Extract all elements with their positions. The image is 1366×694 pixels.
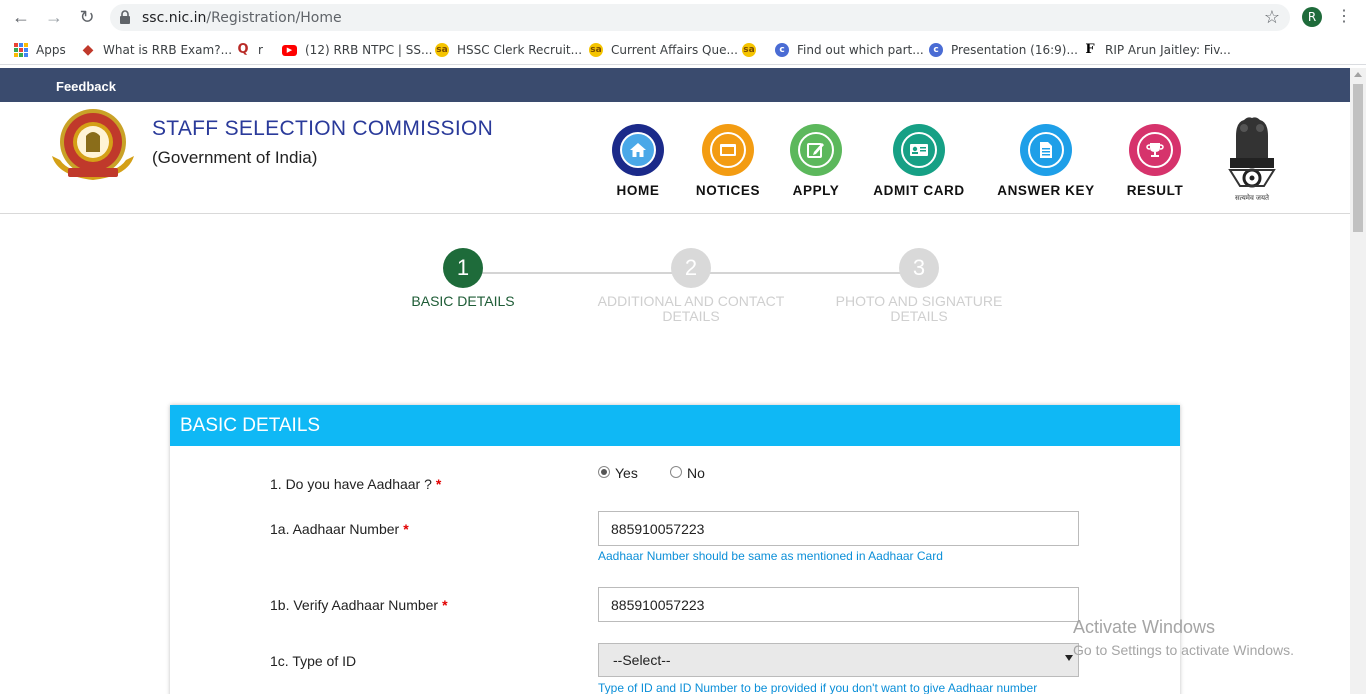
- step-2-label: ADDITIONAL AND CONTACT DETAILS: [597, 293, 785, 324]
- verify-aadhaar-input[interactable]: [598, 587, 1079, 622]
- stepper-connector: [482, 272, 672, 274]
- answer-key-icon: [1028, 132, 1064, 168]
- bookmark-item[interactable]: sa Current Affairs Que...: [589, 41, 738, 59]
- windows-watermark-title: Activate Windows: [1073, 617, 1216, 637]
- ssc-logo[interactable]: [48, 106, 138, 184]
- sa-icon: sa: [589, 43, 603, 57]
- basic-details-panel: BASIC DETAILS 1. Do you have Aadhaar ? * …: [170, 405, 1180, 694]
- emblem-caption: सत्यमेव जयते: [1234, 195, 1270, 202]
- page-scrollbar[interactable]: [1350, 68, 1366, 694]
- apply-icon: [798, 132, 834, 168]
- bookmark-item[interactable]: ◆ What is RRB Exam?...: [81, 41, 232, 59]
- profile-avatar[interactable]: R: [1302, 7, 1322, 27]
- nav-home[interactable]: HOME: [608, 124, 668, 198]
- scrollbar-thumb[interactable]: [1353, 84, 1363, 232]
- national-emblem: सत्यमेव जयते: [1222, 114, 1282, 204]
- bookmark-item[interactable]: c Find out which part...: [775, 41, 924, 59]
- aadhaar-yes-label[interactable]: Yes: [615, 465, 638, 481]
- nav-result[interactable]: RESULT: [1122, 124, 1188, 198]
- lock-icon: [120, 10, 130, 24]
- scroll-up-arrow-icon[interactable]: [1354, 72, 1362, 77]
- org-subtitle: (Government of India): [152, 148, 318, 167]
- id-type-label: 1c. Type of ID: [270, 653, 357, 669]
- verify-aadhaar-label: 1b. Verify Aadhaar Number *: [270, 597, 448, 613]
- nav-admit-card[interactable]: ADMIT CARD: [868, 124, 970, 198]
- stepper-connector: [710, 272, 900, 274]
- bookmark-item[interactable]: F RIP Arun Jaitley: Fiv...: [1083, 41, 1230, 59]
- c-icon: c: [929, 43, 943, 57]
- quora-icon: Q: [237, 42, 249, 57]
- aadhaar-no-label[interactable]: No: [687, 465, 705, 481]
- aadhaar-number-label: 1a. Aadhaar Number *: [270, 521, 409, 537]
- step-1-label: BASIC DETAILS: [411, 293, 515, 309]
- youtube-icon: ▶: [282, 44, 297, 56]
- site-header: STAFF SELECTION COMMISSION (Government o…: [0, 102, 1350, 214]
- bookmark-star-icon[interactable]: ☆: [1264, 7, 1280, 28]
- feedback-link[interactable]: Feedback: [56, 79, 116, 94]
- step-2-circle: 2: [671, 248, 711, 288]
- aadhaar-number-input[interactable]: [598, 511, 1079, 546]
- sa-icon: sa: [435, 43, 449, 57]
- aadhaar-number-hint: Aadhaar Number should be same as mention…: [598, 549, 943, 563]
- address-bar[interactable]: ssc.nic.in/Registration/Home ☆: [110, 4, 1290, 31]
- ashoka-emblem-icon: [1228, 117, 1276, 188]
- result-icon: [1137, 132, 1173, 168]
- home-icon: [620, 132, 656, 168]
- diamond-icon: ◆: [82, 42, 94, 58]
- bookmark-item[interactable]: sa HSSC Clerk Recruit...: [435, 41, 582, 59]
- top-bar: Feedback: [0, 68, 1350, 102]
- windows-watermark-subtitle: Go to Settings to activate Windows.: [1073, 642, 1294, 658]
- step-3-label: PHOTO AND SIGNATURE DETAILS: [835, 293, 1003, 324]
- page-viewport: Feedback STAFF SELECTION COMMISSION (Gov…: [0, 68, 1350, 694]
- step-3-circle: 3: [899, 248, 939, 288]
- apps-grid-icon: [14, 43, 28, 57]
- nav-answer-key[interactable]: ANSWER KEY: [992, 124, 1100, 198]
- browser-menu-icon[interactable]: ⋮: [1336, 6, 1352, 26]
- org-title: STAFF SELECTION COMMISSION: [152, 117, 494, 140]
- sa-icon: sa: [742, 43, 756, 57]
- bookmark-item[interactable]: c Presentation (16:9)...: [929, 41, 1078, 59]
- nav-notices[interactable]: NOTICES: [688, 124, 768, 198]
- aadhaar-yes-radio[interactable]: [598, 466, 610, 478]
- c-icon: c: [775, 43, 789, 57]
- browser-toolbar: ← → ↻ ssc.nic.in/Registration/Home ☆ R ⋮: [0, 0, 1366, 35]
- bookmark-item[interactable]: ▶ (12) RRB NTPC | SS...: [282, 41, 432, 59]
- bookmark-item[interactable]: Qr: [236, 41, 262, 59]
- panel-title: BASIC DETAILS: [180, 415, 321, 436]
- f-icon: F: [1085, 42, 1095, 57]
- admit-card-icon: [901, 132, 937, 168]
- id-type-select[interactable]: --Select--: [598, 643, 1079, 677]
- aadhaar-question-label: 1. Do you have Aadhaar ? *: [270, 476, 442, 492]
- url-text: ssc.nic.in/Registration/Home: [142, 10, 342, 26]
- bookmark-apps[interactable]: Apps: [14, 41, 66, 59]
- forward-arrow-icon[interactable]: →: [43, 6, 65, 28]
- bookmark-item[interactable]: sa: [742, 41, 764, 59]
- nav-apply[interactable]: APPLY: [786, 124, 846, 198]
- aadhaar-no-radio[interactable]: [670, 466, 682, 478]
- panel-header: BASIC DETAILS: [170, 405, 1180, 446]
- id-type-hint: Type of ID and ID Number to be provided …: [598, 681, 1038, 694]
- bookmarks-bar: Apps ◆ What is RRB Exam?... Qr ▶ (12) RRB …: [0, 35, 1366, 65]
- chevron-down-icon: [1065, 655, 1073, 661]
- notices-icon: [710, 132, 746, 168]
- back-arrow-icon[interactable]: ←: [10, 6, 32, 28]
- reload-icon[interactable]: ↻: [76, 6, 98, 28]
- step-1-circle: 1: [443, 248, 483, 288]
